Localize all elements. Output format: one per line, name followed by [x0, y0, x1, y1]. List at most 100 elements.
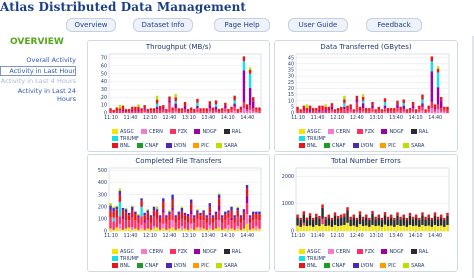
bar-segment-ral — [374, 219, 377, 227]
bar-segment-bnl — [112, 211, 115, 218]
bar-segment-ral — [330, 220, 334, 227]
bar-segment-bnl — [386, 108, 390, 112]
tab-page-help[interactable]: Page Help — [214, 18, 270, 32]
bar-segment-bnl — [239, 106, 243, 110]
bar-segment-fzk — [418, 109, 421, 112]
bar-segment-ndgf — [361, 103, 365, 109]
bar-segment-bnl — [242, 56, 246, 62]
y-tick-label: 5 — [291, 104, 294, 110]
bar-segment-fzk — [352, 111, 355, 113]
bar-segment-lyon — [180, 207, 184, 212]
bar-segment-asgc — [421, 224, 424, 231]
legend-swatch — [380, 143, 387, 148]
bar-segment-fzk — [346, 110, 349, 113]
bar-segment-ndgf — [324, 109, 327, 112]
bar-segment-fzk — [199, 111, 202, 113]
bar-segment-fzk — [446, 110, 449, 113]
bar-segment-triumf — [436, 72, 440, 88]
x-tick-label: 12:40 — [350, 233, 364, 239]
tab-overview[interactable]: Overview — [66, 18, 116, 32]
bar-segment-asgc — [399, 226, 402, 231]
bar-segment-fzk — [193, 111, 196, 113]
bar-segment-fzk — [127, 111, 131, 113]
x-tick-label: 12:10 — [143, 115, 157, 121]
legend-swatch — [327, 249, 334, 254]
bar-segment-fzk — [162, 212, 165, 224]
bar-segment-lyon — [224, 211, 227, 215]
sidebar-item-last-24-hours[interactable]: Activity in Last 24 Hours — [0, 87, 76, 103]
legend-item-bnl: BNL — [299, 143, 317, 150]
data-transferred-chart-panel: Data Transferred (GBytes) 0 5 10 15 20 25 30 35… — [274, 40, 458, 152]
bar-segment-bnl — [118, 108, 122, 111]
legend-label: CERN — [335, 129, 350, 135]
legend-item-cern: CERN — [140, 249, 163, 256]
bar-segment-fzk — [155, 109, 159, 113]
x-tick-label: 14:10 — [409, 115, 423, 121]
bar-segment-lyon — [245, 184, 249, 189]
sidebar-item-last-4-hours[interactable]: Activity in Last 4 Hours — [0, 77, 76, 85]
bar-segment-asgc — [236, 228, 239, 231]
bar-segment-bnl — [374, 216, 377, 220]
bar-segment-asgc — [371, 224, 374, 231]
legend-swatch — [380, 263, 387, 268]
bar-segment-asgc — [390, 225, 393, 231]
bar-segment-asgc — [115, 227, 118, 231]
bar-segment-asgc — [358, 224, 362, 231]
bar-segment-cern — [430, 108, 434, 113]
bar-segment-triumf — [112, 217, 115, 222]
tab-feedback[interactable]: Feedback — [366, 18, 422, 32]
legend-swatch — [410, 129, 417, 134]
bar-segment-ndgf — [121, 216, 125, 219]
tab-user-guide[interactable]: User Guide — [288, 18, 348, 32]
sidebar-item-overall-activity[interactable]: Overall Activity — [0, 56, 76, 64]
bar-segment-bnl — [168, 214, 171, 221]
bar-segment-cern — [174, 111, 177, 113]
bar-segment-bnl — [408, 108, 412, 111]
bar-segment-ndgf — [245, 195, 249, 204]
bar-segment-ral — [368, 220, 371, 227]
y-tick-label: 200 — [98, 204, 107, 210]
bar-segment-lyon — [168, 211, 171, 215]
bar-segment-bnl — [446, 212, 449, 216]
bar-segment-fzk — [174, 222, 177, 230]
bar-segment-sara — [248, 67, 252, 70]
bar-segment-cern — [208, 111, 212, 113]
legend-swatch — [299, 129, 305, 134]
bar-segment-fzk — [439, 108, 443, 112]
legend-swatch — [112, 143, 118, 148]
bar-segment-cern — [131, 227, 134, 230]
bar-segment-bnl — [343, 99, 346, 104]
tab-dataset-info[interactable]: Dataset Info — [133, 18, 193, 32]
legend-item-sara: SARA — [403, 143, 424, 150]
bar-segment-lyon — [162, 198, 165, 202]
bar-segment-ndgf — [162, 209, 165, 213]
legend-swatch — [410, 249, 417, 254]
bar-segment-fzk — [124, 112, 128, 113]
legend-swatch — [356, 129, 363, 134]
bar-segment-bnl — [112, 109, 115, 113]
x-tick-label: 13:10 — [182, 233, 196, 239]
bar-segment-lyon — [183, 212, 187, 216]
bar-segment-lyon — [137, 215, 140, 218]
bar-segment-cern — [252, 111, 255, 113]
bar-segment-fzk — [211, 110, 215, 113]
bar-segment-ral — [327, 217, 331, 226]
bar-segment-lyon — [211, 215, 215, 218]
bar-segment-fzk — [380, 111, 384, 113]
bar-segment-asgc — [124, 228, 128, 231]
legend-item-ndgf: NDGF — [381, 129, 404, 136]
legend-swatch — [136, 263, 143, 268]
legend-label: NDGF — [202, 249, 217, 255]
sidebar-item-last-hour[interactable]: Activity in Last Hour — [0, 66, 76, 76]
legend-swatch — [140, 129, 147, 134]
bar-segment-bnl — [193, 109, 196, 112]
bar-segment-sara — [155, 95, 159, 100]
bar-segment-fzk — [221, 222, 224, 230]
bar-segment-bnl — [443, 106, 446, 110]
bar-segment-asgc — [424, 226, 427, 231]
bar-segment-bnl — [402, 99, 405, 104]
bar-segment-asgc — [146, 228, 149, 231]
bar-segment-fzk — [168, 220, 171, 229]
x-tick-label: 13:40 — [389, 233, 403, 239]
bar-segment-fzk — [109, 217, 112, 229]
